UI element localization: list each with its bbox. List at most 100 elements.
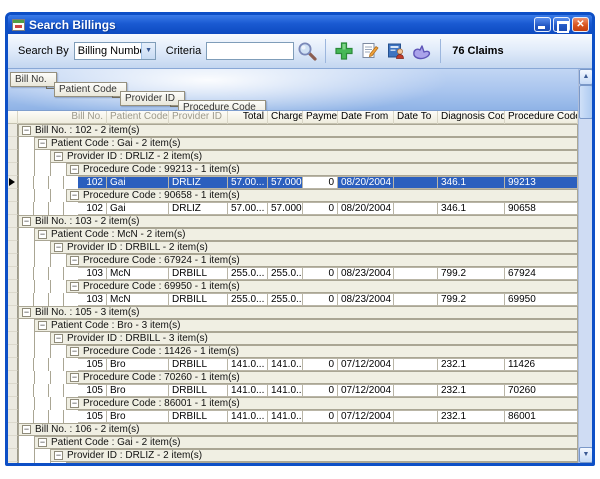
group-row-box[interactable]: −Patient Code : Bro - 3 item(s) — [34, 319, 578, 332]
group-row-box[interactable]: −Patient Code : McN - 2 item(s) — [34, 228, 578, 241]
cell-total[interactable]: 255.0... — [228, 267, 268, 280]
add-icon[interactable] — [333, 40, 355, 62]
table-row[interactable]: 105BroDRBILL141.0...141.0...007/12/20042… — [8, 410, 578, 423]
cell-procedure-code[interactable]: 70260 — [505, 384, 578, 397]
criteria-input[interactable] — [206, 42, 294, 60]
group-row-box[interactable]: −Patient Code : Gai - 2 item(s) — [34, 436, 578, 449]
collapse-icon[interactable]: − — [70, 282, 79, 291]
cell-diagnosis-code[interactable]: 346.1 — [438, 176, 505, 189]
collapse-icon[interactable]: − — [38, 438, 47, 447]
edit-icon[interactable] — [359, 40, 381, 62]
collapse-icon[interactable]: − — [22, 217, 31, 226]
minimize-button[interactable] — [534, 17, 551, 32]
cell-date-to[interactable] — [394, 358, 438, 371]
cell-payment[interactable]: 0 — [303, 293, 338, 306]
cell-date-to[interactable] — [394, 384, 438, 397]
cell-total[interactable]: 57.00... — [228, 202, 268, 215]
group-row-box[interactable]: −Patient Code : Gai - 2 item(s) — [34, 137, 578, 150]
group-row-box[interactable]: −Bill No. : 102 - 2 item(s) — [18, 124, 578, 137]
row-selector[interactable] — [8, 267, 18, 280]
collapse-icon[interactable]: − — [54, 243, 63, 252]
post-icon[interactable] — [411, 40, 433, 62]
row-selector[interactable] — [8, 241, 18, 254]
search-icon[interactable] — [296, 40, 318, 62]
row-selector[interactable] — [8, 358, 18, 371]
cell-payment[interactable]: 0 — [303, 202, 338, 215]
group-row-box[interactable]: −Procedure Code : 11426 - 1 item(s) — [66, 345, 578, 358]
collapse-icon[interactable]: − — [54, 152, 63, 161]
row-selector[interactable] — [8, 293, 18, 306]
collapse-icon[interactable]: − — [38, 321, 47, 330]
cell-provider-id[interactable]: DRBILL — [169, 267, 228, 280]
cell-date-to[interactable] — [394, 293, 438, 306]
group-row-box[interactable]: −Procedure Code : 86001 - 1 item(s) — [66, 397, 578, 410]
cell-patient-code[interactable]: Gai — [107, 202, 169, 215]
group-by-provider-id[interactable]: Provider ID — [120, 91, 185, 106]
vertical-scrollbar[interactable]: ▲ ▼ — [578, 69, 592, 463]
row-selector[interactable] — [8, 423, 18, 436]
cell-date-from[interactable]: 08/23/2004 — [338, 293, 394, 306]
group-row-box[interactable] — [66, 462, 578, 463]
cell-procedure-code[interactable]: 90658 — [505, 202, 578, 215]
cell-bill-no[interactable]: 105 — [78, 410, 107, 423]
cell-payment[interactable]: 0 — [303, 358, 338, 371]
maximize-button[interactable] — [553, 17, 570, 32]
collapse-icon[interactable]: − — [70, 191, 79, 200]
group-row-box[interactable]: −Provider ID : DRLIZ - 2 item(s) — [50, 449, 578, 462]
row-selector[interactable] — [8, 124, 18, 137]
group-row-box[interactable]: −Bill No. : 105 - 3 item(s) — [18, 306, 578, 319]
column-header-procedure-code[interactable]: Procedure Code — [505, 111, 578, 124]
cell-total[interactable]: 57.00... — [228, 176, 268, 189]
collapse-icon[interactable]: − — [70, 399, 79, 408]
group-row-box[interactable]: −Provider ID : DRBILL - 2 item(s) — [50, 241, 578, 254]
cell-diagnosis-code[interactable]: 799.2 — [438, 267, 505, 280]
cell-procedure-code[interactable]: 67924 — [505, 267, 578, 280]
cell-payment[interactable]: 0 — [303, 176, 338, 189]
column-header-bill-no[interactable]: Bill No. — [18, 111, 107, 124]
cell-provider-id[interactable]: DRBILL — [169, 293, 228, 306]
group-by-panel[interactable]: Bill No.Patient CodeProvider IDProcedure… — [8, 69, 578, 111]
table-row[interactable]: 103McNDRBILL255.0...255.0...008/23/20047… — [8, 293, 578, 306]
group-by-patient-code[interactable]: Patient Code — [54, 82, 127, 97]
cell-date-from[interactable]: 07/12/2004 — [338, 384, 394, 397]
cell-patient-code[interactable]: McN — [107, 293, 169, 306]
group-row-box[interactable]: −Bill No. : 103 - 2 item(s) — [18, 215, 578, 228]
row-selector[interactable] — [8, 137, 18, 150]
collapse-icon[interactable]: − — [70, 256, 79, 265]
group-row-box[interactable]: −Procedure Code : 90658 - 1 item(s) — [66, 189, 578, 202]
collapse-icon[interactable]: − — [70, 165, 79, 174]
row-selector[interactable] — [8, 345, 18, 358]
row-selector[interactable] — [8, 410, 18, 423]
group-by-procedure-code[interactable]: Procedure Code — [178, 100, 266, 111]
cell-charges[interactable]: 141.0... — [268, 410, 303, 423]
row-selector[interactable] — [8, 280, 18, 293]
cell-total[interactable]: 141.0... — [228, 410, 268, 423]
group-row-box[interactable]: −Bill No. : 106 - 2 item(s) — [18, 423, 578, 436]
row-selector[interactable] — [8, 254, 18, 267]
cell-charges[interactable]: 57.0000 — [268, 202, 303, 215]
cell-provider-id[interactable]: DRLIZ — [169, 202, 228, 215]
row-selector[interactable] — [8, 150, 18, 163]
row-selector[interactable] — [8, 449, 18, 462]
claim-details-icon[interactable] — [385, 40, 407, 62]
cell-procedure-code[interactable]: 69950 — [505, 293, 578, 306]
search-by-dropdown[interactable]: Billing Number ▼ — [74, 42, 156, 60]
row-selector[interactable] — [8, 462, 18, 463]
group-row-box[interactable]: −Procedure Code : 70260 - 1 item(s) — [66, 371, 578, 384]
cell-provider-id[interactable]: DRBILL — [169, 358, 228, 371]
scroll-down-icon[interactable]: ▼ — [579, 447, 593, 463]
group-row-box[interactable]: −Provider ID : DRLIZ - 2 item(s) — [50, 150, 578, 163]
group-row-box[interactable]: −Procedure Code : 67924 - 1 item(s) — [66, 254, 578, 267]
collapse-icon[interactable]: − — [54, 334, 63, 343]
row-selector[interactable] — [8, 189, 18, 202]
collapse-icon[interactable]: − — [70, 373, 79, 382]
cell-date-to[interactable] — [394, 267, 438, 280]
column-header-payment[interactable]: Payme... — [303, 111, 338, 124]
row-selector[interactable] — [8, 397, 18, 410]
column-header-diagnosis-code[interactable]: Diagnosis Code — [438, 111, 505, 124]
collapse-icon[interactable]: − — [22, 126, 31, 135]
cell-payment[interactable]: 0 — [303, 384, 338, 397]
cell-date-from[interactable]: 08/20/2004 — [338, 202, 394, 215]
cell-bill-no[interactable]: 105 — [78, 384, 107, 397]
cell-patient-code[interactable]: Bro — [107, 410, 169, 423]
